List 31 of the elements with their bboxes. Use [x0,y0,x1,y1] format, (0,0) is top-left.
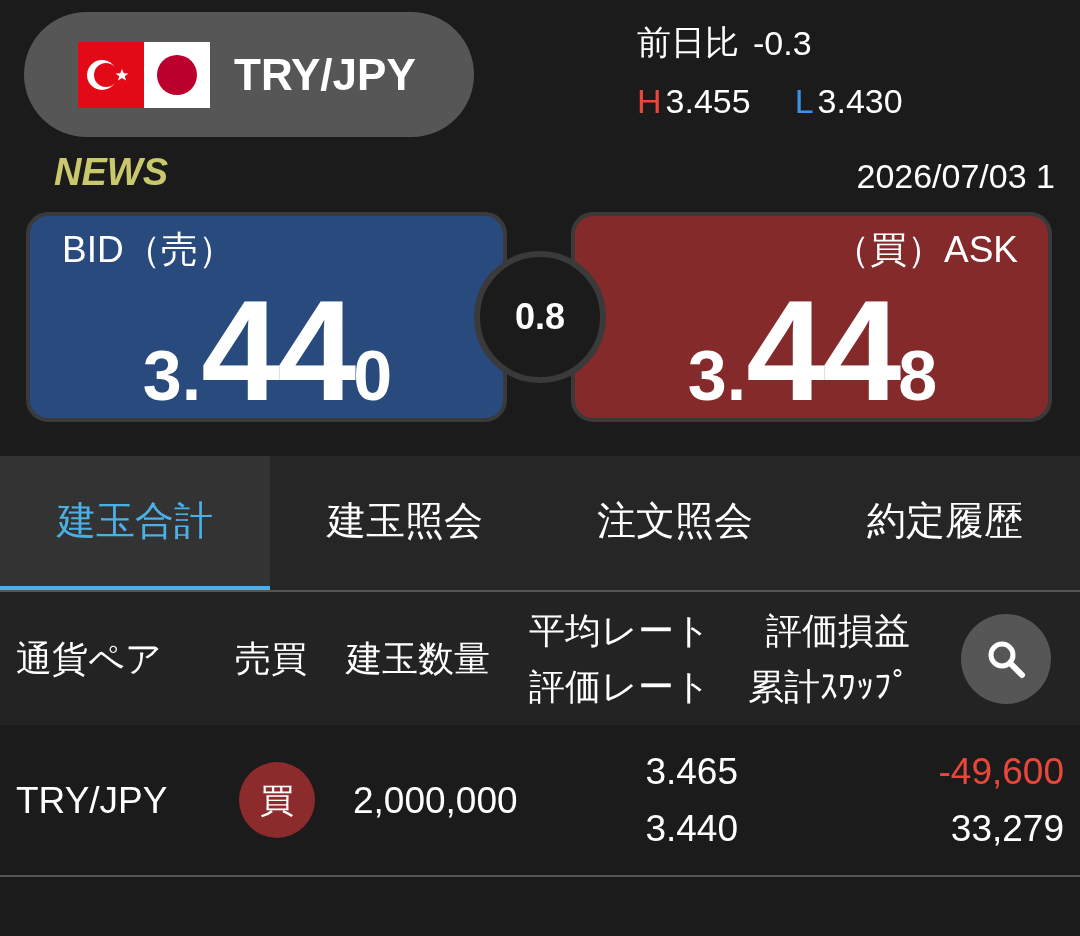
currency-pair-selector[interactable]: TRY/JPY [24,12,474,137]
tab[interactable]: 建玉合計 [0,456,270,590]
column-header: 累計ｽﾜｯﾌﾟ [748,664,910,709]
tab[interactable]: 約定履歴 [810,456,1080,590]
news-link[interactable]: NEWS [54,150,168,194]
turkey-flag-icon [78,41,144,108]
high-label: H [637,81,662,121]
swap-cell-text: 33,279 [950,807,1064,851]
japan-flag-icon [144,41,210,108]
column-header: 評価レート [529,664,711,709]
pair-cell-text: TRY/JPY [16,778,168,823]
side-badge: 買 [239,762,315,838]
column-header: 建玉数量 [346,636,490,681]
bid-quote-button[interactable]: BID（売） 3.440 [26,212,507,422]
ask-quote-button[interactable]: （買）ASK 3.448 [571,212,1052,422]
change-label: 前日比 [637,22,739,63]
change-value: -0.3 [753,23,812,63]
quantity-cell-text: 2,000,000 [352,778,518,823]
column-header: 売買 [235,636,307,681]
column-header: 評価損益 [766,608,910,653]
average-rate-cell-text: 3.465 [645,750,738,794]
low-value: 3.430 [817,81,903,121]
high-value: 3.455 [665,81,751,121]
timestamp: 2026/07/03 1 [856,156,1055,196]
profit-loss-cell-text: -49,600 [938,750,1064,794]
column-header: 通貨ペア [16,636,162,681]
tab[interactable]: 注文照会 [540,456,810,590]
valuation-rate-cell-text: 3.440 [645,807,738,851]
tab[interactable]: 建玉照会 [270,456,540,590]
low-label: L [794,81,814,121]
column-header: 平均レート [529,608,711,653]
